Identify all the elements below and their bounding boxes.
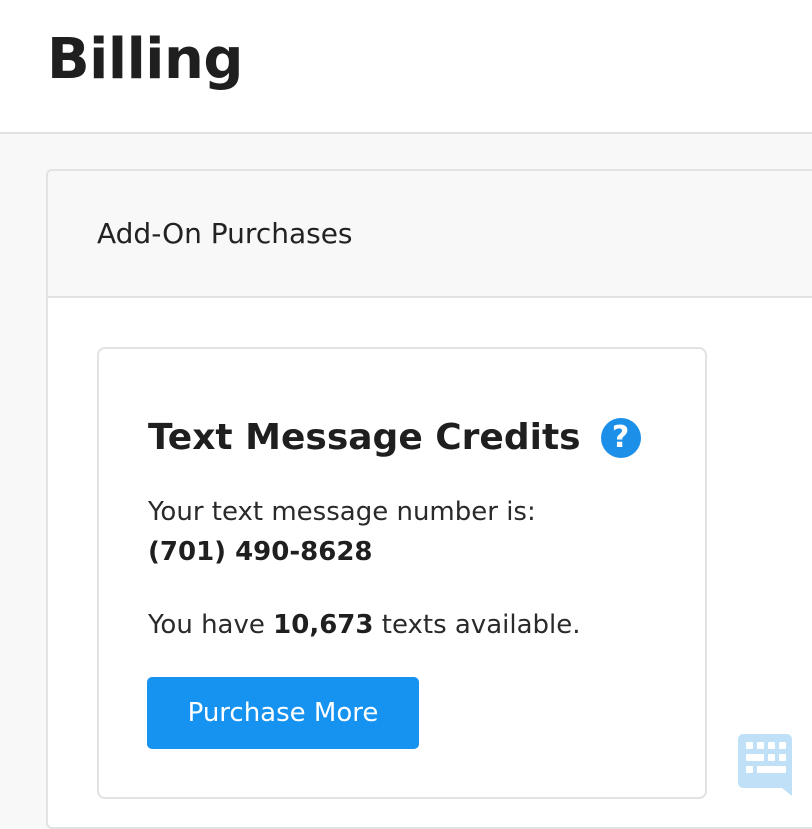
panel-title: Add-On Purchases bbox=[97, 217, 353, 250]
chat-bubble-icon[interactable] bbox=[736, 732, 794, 800]
number-label: Your text message number is: bbox=[148, 497, 536, 527]
texts-available-line: You have 10,673 texts available. bbox=[148, 608, 581, 642]
card-title: Text Message Credits bbox=[148, 417, 581, 458]
page-title: Billing bbox=[47, 27, 243, 92]
phone-number: (701) 490-8628 bbox=[148, 537, 373, 567]
text-message-credits-card: Text Message Credits ? Your text message… bbox=[97, 347, 707, 799]
chat-bubble-icon-graphic bbox=[738, 734, 792, 796]
texts-prefix: You have bbox=[148, 610, 265, 640]
texts-suffix: texts available. bbox=[381, 610, 581, 640]
texts-count: 10,673 bbox=[273, 610, 374, 640]
panel-header: Add-On Purchases bbox=[48, 171, 812, 298]
question-mark-icon[interactable]: ? bbox=[600, 418, 641, 458]
add-on-purchases-panel: Add-On Purchases Text Message Credits ? … bbox=[46, 169, 812, 829]
card-title-row: Text Message Credits ? bbox=[148, 415, 641, 461]
purchase-more-button[interactable]: Purchase More bbox=[147, 677, 419, 749]
page-header: Billing bbox=[0, 0, 812, 134]
